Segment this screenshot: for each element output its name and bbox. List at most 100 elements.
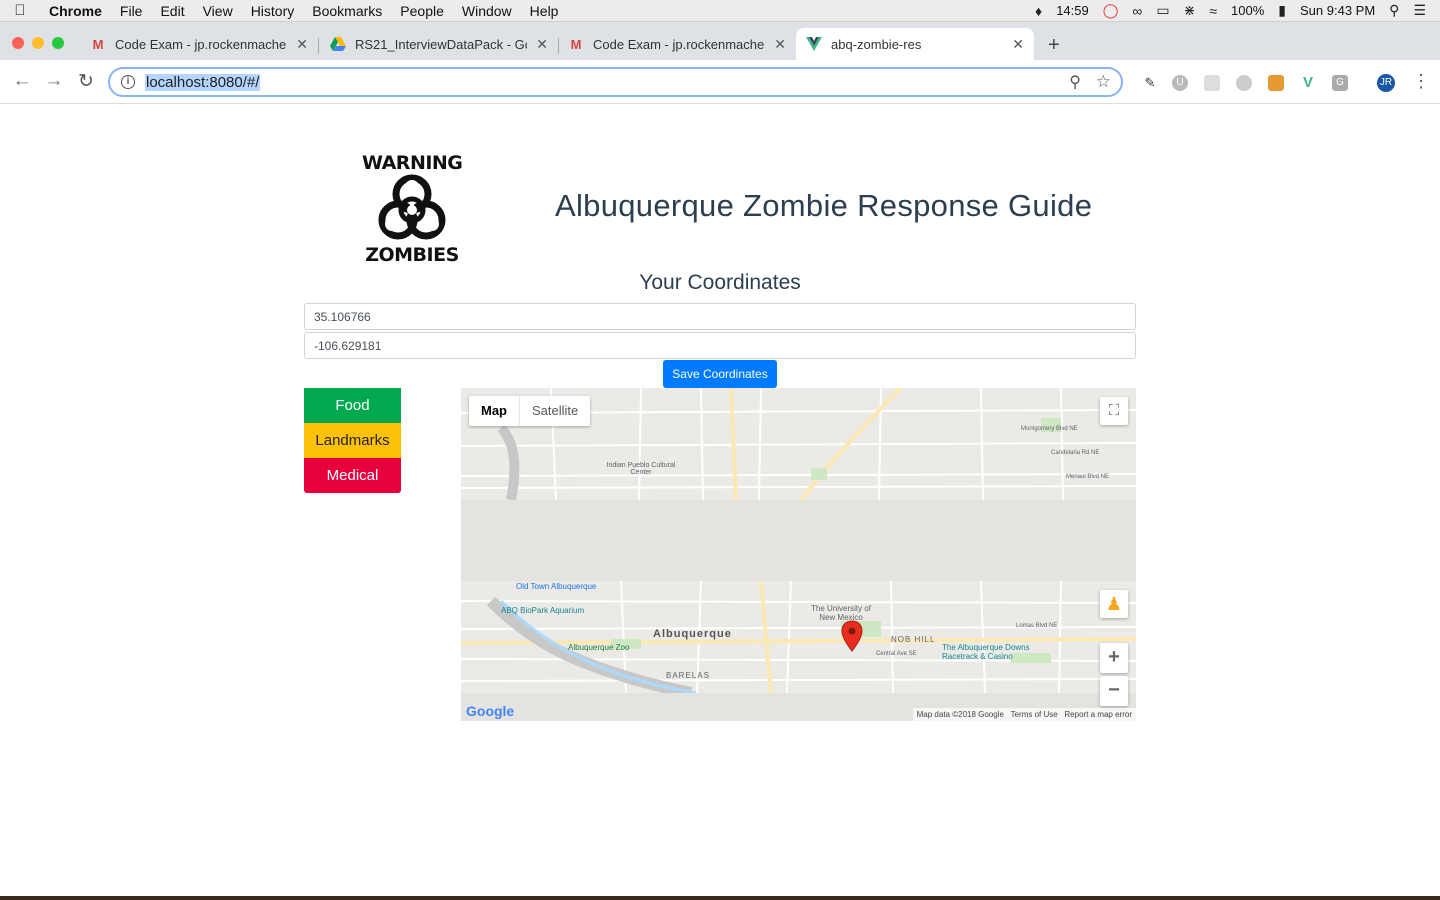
map-label: NOB HILL [891,635,936,644]
food-button[interactable]: Food [304,388,401,423]
logo-zombies-text: ZOMBIES [365,244,459,266]
info-icon[interactable]: i [121,75,135,89]
menu-people[interactable]: People [391,3,453,19]
menu-history[interactable]: History [242,3,304,19]
drive-icon [330,36,346,52]
circle-extension-icon[interactable] [1236,75,1252,91]
zoom-in-button[interactable]: + [1100,643,1128,673]
map-data-text: Map data ©2018 Google [916,710,1004,719]
page-content: WARNING ZOMBIES Albuquerque Zombie Respo… [0,104,1440,896]
close-tab-icon[interactable]: ✕ [296,36,308,53]
glasses-icon[interactable]: ∞ [1132,3,1142,19]
logo-warning-text: WARNING [362,152,463,174]
battery-icon[interactable]: ▮ [1278,2,1286,19]
ublock-extension-icon[interactable]: U [1172,75,1188,91]
close-tab-icon[interactable]: ✕ [774,36,786,53]
terms-of-use-link[interactable]: Terms of Use [1011,710,1058,719]
menu-file[interactable]: File [111,3,152,19]
new-tab-button[interactable]: + [1048,34,1060,57]
latitude-input[interactable] [304,303,1136,330]
briefcase-extension-icon[interactable] [1268,75,1284,91]
map-label: Indian Pueblo Cultural Center [606,462,676,476]
zoom-out-button[interactable]: − [1100,676,1128,706]
map-label: Menaul Blvd NE [1066,474,1110,480]
tab-separator [318,38,319,54]
menu-bookmarks[interactable]: Bookmarks [303,3,391,19]
menu-window[interactable]: Window [453,3,521,19]
eyedropper-extension-icon[interactable]: ✎ [1142,75,1158,91]
address-bar[interactable]: i localhost:8080/#/ ⚲ ☆ [108,67,1123,97]
map-label: ABQ BioPark Aquarium [501,606,585,615]
wifi-icon[interactable]: ≈ [1209,3,1217,19]
menu-help[interactable]: Help [521,3,568,19]
tab-code-exam-2[interactable]: M Code Exam - jp.rockenmacher@ ✕ [558,28,796,60]
gmail-icon: M [92,36,104,52]
url-text[interactable]: localhost:8080/#/ [145,73,261,91]
tab-title: Code Exam - jp.rockenmacher@ [593,36,765,52]
medical-button[interactable]: Medical [304,458,401,493]
battery-percent: 100% [1231,3,1265,18]
map-label: Montgomery Blvd NE [1021,426,1078,432]
map-label: Central Ave SE [876,651,917,657]
google-map[interactable]: Indian Pueblo Cultural Center Candelaria… [461,388,1136,721]
bookmark-star-icon[interactable]: ☆ [1096,72,1111,92]
airplay-icon[interactable]: ▭ [1156,2,1169,19]
save-coordinates-button[interactable]: Save Coordinates [663,360,777,388]
map-label: Albuquerque Zoo [568,643,630,652]
map-attribution: Map data ©2018 Google Terms of Use Repor… [912,708,1136,721]
chrome-menu-icon[interactable]: ⋮ [1412,71,1430,92]
bluetooth-icon[interactable]: ⋇ [1184,2,1196,19]
fullscreen-icon[interactable]: ⛶ [1100,397,1128,425]
map-type-satellite[interactable]: Satellite [519,396,590,426]
menubar-clock[interactable]: Sun 9:43 PM [1300,3,1375,18]
zoom-icon[interactable]: ⚲ [1069,72,1081,92]
map-label: Lomas Blvd NE [1016,623,1058,629]
apple-icon[interactable]:  [0,2,40,19]
back-arrow-icon[interactable]: ← [10,70,34,92]
menu-view[interactable]: View [194,3,242,19]
reload-icon[interactable]: ↻ [74,70,98,93]
landmarks-button[interactable]: Landmarks [304,423,401,458]
warning-zombies-logo: WARNING ZOMBIES [362,152,463,268]
maximize-window-button[interactable] [52,37,64,49]
close-tab-icon[interactable]: ✕ [1012,36,1024,53]
report-map-error-link[interactable]: Report a map error [1064,710,1132,719]
map-tile-bottom: Old Town Albuquerque ABQ BioPark Aquariu… [461,581,1136,693]
map-label: The Albuquerque Downs Racetrack & Casino [942,643,1030,661]
tab-code-exam-1[interactable]: M Code Exam - jp.rockenmacher@ ✕ [80,28,318,60]
tab-strip: M Code Exam - jp.rockenmacher@ ✕ RS21_In… [0,22,1440,60]
tab-rs21-datapack[interactable]: RS21_InterviewDataPack - Goo ✕ [320,28,558,60]
longitude-input[interactable] [304,332,1136,359]
biohazard-icon [378,174,446,240]
map-roads-bottom [461,581,1136,693]
menu-edit[interactable]: Edit [151,3,193,19]
tab-abq-zombie-res[interactable]: abq-zombie-res ✕ [796,28,1034,60]
map-label: BARELAS [666,671,710,680]
desktop-edge [0,896,1440,900]
notification-center-icon[interactable]: ☰ [1413,2,1426,19]
map-type-map[interactable]: Map [469,396,519,426]
close-window-button[interactable] [12,37,24,49]
forward-arrow-icon[interactable]: → [42,70,66,92]
vue-devtools-icon[interactable]: V [1300,75,1316,91]
page-title: Albuquerque Zombie Response Guide [555,188,1093,223]
map-label: Old Town Albuquerque [516,582,597,591]
grid-extension-icon[interactable] [1204,75,1220,91]
pig-icon[interactable]: ♦ [1035,3,1042,19]
profile-avatar[interactable]: JR [1377,74,1395,92]
map-type-control: Map Satellite [469,396,591,426]
minimize-window-button[interactable] [32,37,44,49]
tab-title: RS21_InterviewDataPack - Goo [355,36,527,52]
map-marker-icon[interactable] [841,620,863,652]
coordinates-heading: Your Coordinates [639,271,801,294]
timer-icon[interactable]: ◯ [1103,2,1119,19]
menu-app-chrome[interactable]: Chrome [40,3,111,19]
browser-toolbar: ← → ↻ i localhost:8080/#/ ⚲ ☆ ✎ U V G JR… [0,60,1440,104]
grammarly-extension-icon[interactable]: G [1332,75,1348,91]
pegman-icon[interactable]: ♟ [1100,590,1128,618]
google-logo[interactable]: Google [466,703,514,719]
macos-menubar:  Chrome File Edit View History Bookmark… [0,0,1440,22]
tab-title: abq-zombie-res [831,36,922,52]
close-tab-icon[interactable]: ✕ [536,36,548,53]
spotlight-icon[interactable]: ⚲ [1389,2,1399,19]
